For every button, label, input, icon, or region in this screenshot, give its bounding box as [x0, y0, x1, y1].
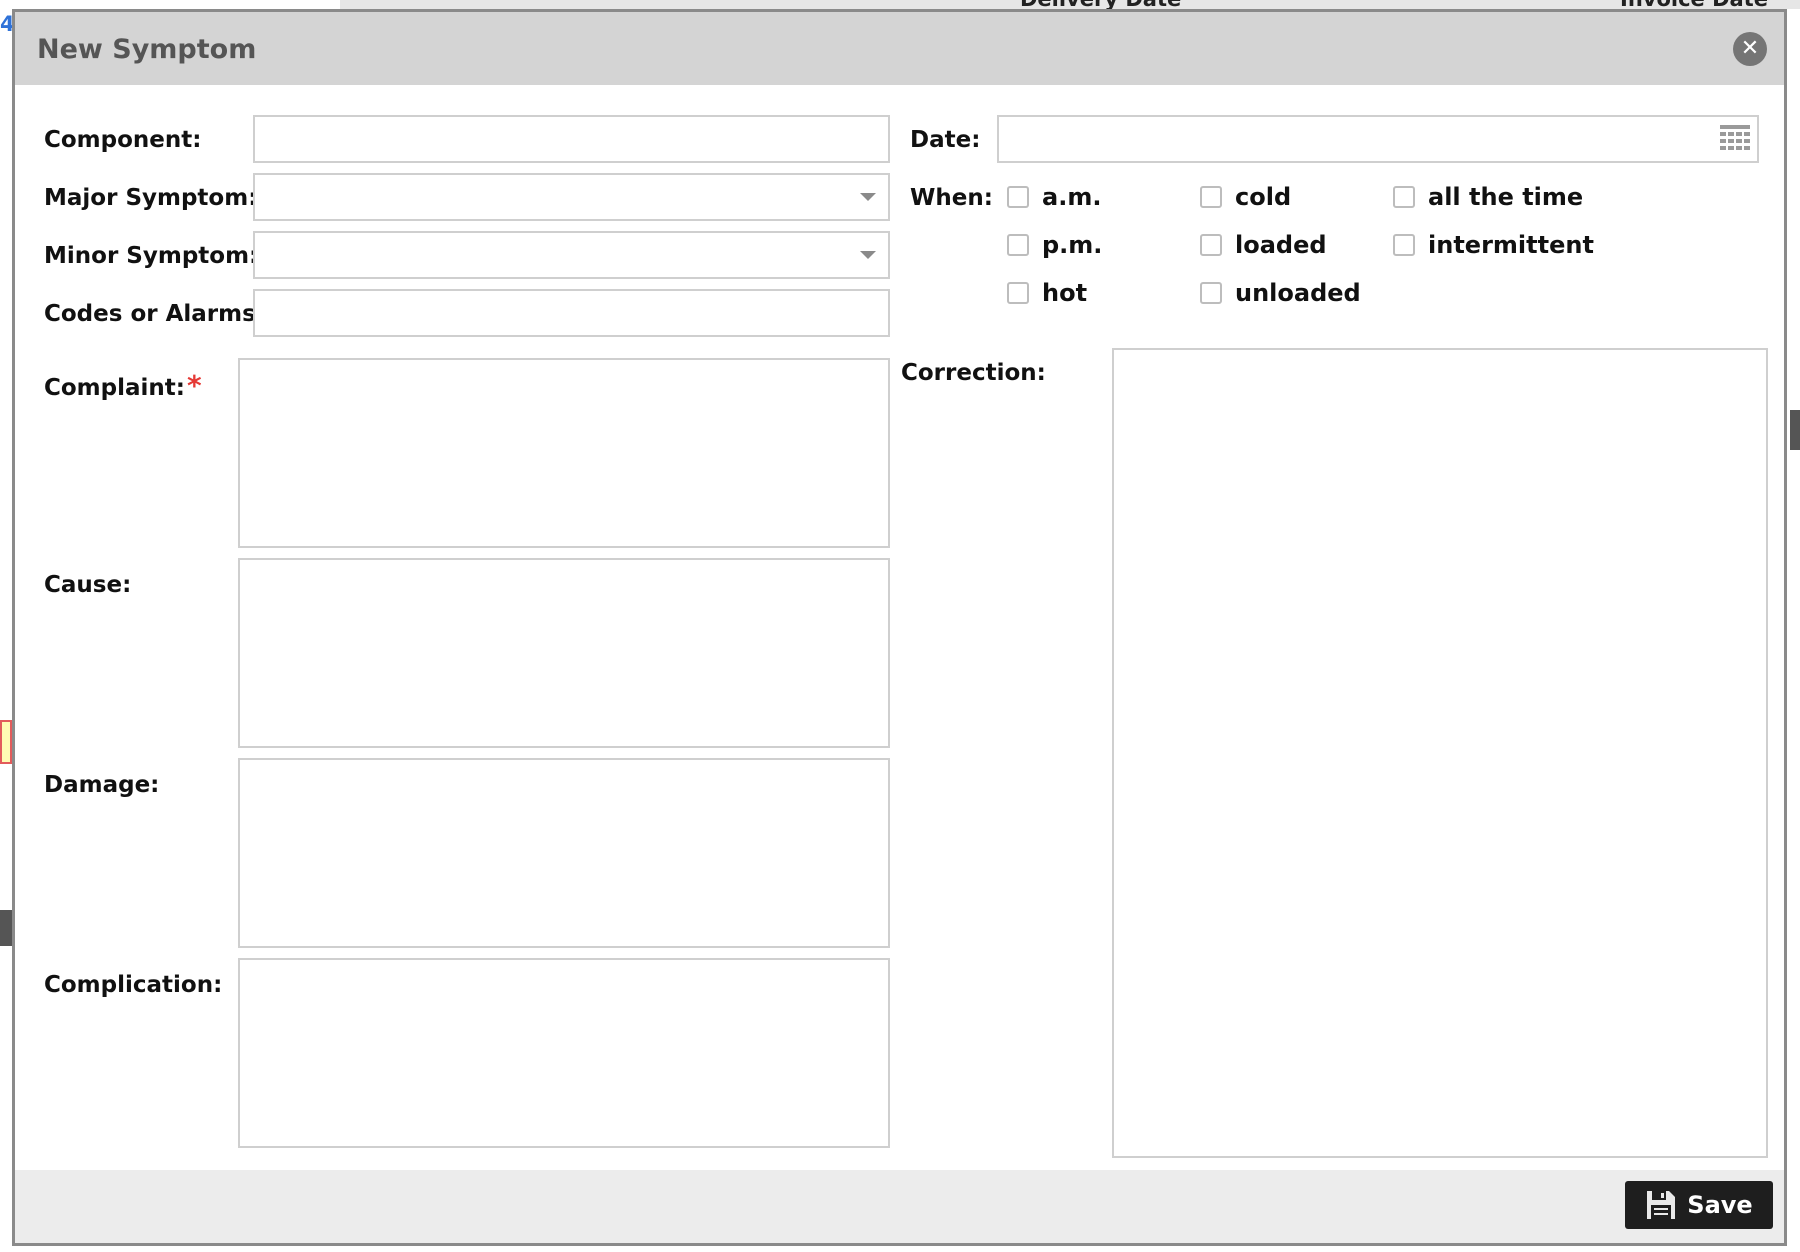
background-dark-block: [1790, 410, 1800, 450]
checkbox-cold[interactable]: cold: [1200, 183, 1291, 211]
damage-label: Damage:: [44, 772, 160, 798]
checkbox-box[interactable]: [1393, 234, 1415, 256]
checkbox-label: intermittent: [1428, 231, 1594, 259]
checkbox-box[interactable]: [1200, 186, 1222, 208]
save-button[interactable]: Save: [1625, 1181, 1773, 1229]
codes-or-alarms-input[interactable]: [255, 291, 888, 335]
checkbox-label: a.m.: [1042, 183, 1102, 211]
floppy-disk-icon: [1647, 1191, 1676, 1219]
calendar-icon[interactable]: [1719, 124, 1751, 154]
checkbox-pm[interactable]: p.m.: [1007, 231, 1102, 259]
checkbox-hot[interactable]: hot: [1007, 279, 1087, 307]
component-label: Component:: [44, 127, 202, 153]
minor-symptom-label: Minor Symptom:: [44, 243, 259, 269]
checkbox-label: unloaded: [1235, 279, 1361, 307]
complaint-textarea[interactable]: [238, 358, 890, 548]
checkbox-box[interactable]: [1007, 234, 1029, 256]
checkbox-all-the-time[interactable]: all the time: [1393, 183, 1583, 211]
checkbox-box[interactable]: [1200, 282, 1222, 304]
minor-symptom-select[interactable]: [253, 231, 890, 279]
correction-label: Correction:: [901, 360, 1046, 386]
complication-textarea[interactable]: [238, 958, 890, 1148]
background-dark-block-left: [0, 910, 12, 946]
checkbox-unloaded[interactable]: unloaded: [1200, 279, 1361, 307]
major-symptom-select[interactable]: [253, 173, 890, 221]
dialog-titlebar: New Symptom ✕: [15, 12, 1784, 85]
checkbox-intermittent[interactable]: intermittent: [1393, 231, 1594, 259]
date-input[interactable]: [999, 117, 1757, 161]
checkbox-box[interactable]: [1200, 234, 1222, 256]
background-highlight-cell: [0, 720, 12, 764]
dialog-title: New Symptom: [37, 34, 257, 65]
complaint-label-text: Complaint:: [44, 375, 185, 401]
date-field[interactable]: [997, 115, 1759, 163]
date-label: Date:: [910, 127, 981, 153]
damage-textarea[interactable]: [238, 758, 890, 948]
checkbox-label: p.m.: [1042, 231, 1103, 259]
complaint-label: Complaint:*: [44, 369, 202, 402]
chevron-down-icon[interactable]: [860, 251, 876, 259]
checkbox-label: cold: [1235, 183, 1292, 211]
component-input[interactable]: [255, 117, 888, 161]
codes-or-alarms-label: Codes or Alarms:: [44, 301, 265, 327]
checkbox-label: hot: [1042, 279, 1088, 307]
correction-textarea[interactable]: [1112, 348, 1768, 1158]
checkbox-box[interactable]: [1393, 186, 1415, 208]
when-label: When:: [910, 185, 993, 211]
save-button-label: Save: [1687, 1191, 1753, 1219]
close-icon[interactable]: ✕: [1733, 32, 1767, 66]
chevron-down-icon[interactable]: [860, 193, 876, 201]
complication-label: Complication:: [44, 972, 223, 998]
checkbox-loaded[interactable]: loaded: [1200, 231, 1327, 259]
checkbox-label: all the time: [1428, 183, 1584, 211]
new-symptom-dialog: New Symptom ✕ Component: Major Symptom: …: [12, 9, 1787, 1246]
checkbox-am[interactable]: a.m.: [1007, 183, 1101, 211]
required-marker: *: [186, 369, 202, 402]
cause-label: Cause:: [44, 572, 132, 598]
cause-textarea[interactable]: [238, 558, 890, 748]
dialog-footer: Save: [15, 1170, 1784, 1243]
major-symptom-label: Major Symptom:: [44, 185, 258, 211]
codes-or-alarms-field[interactable]: [253, 289, 890, 337]
checkbox-label: loaded: [1235, 231, 1327, 259]
component-field[interactable]: [253, 115, 890, 163]
checkbox-box[interactable]: [1007, 282, 1029, 304]
checkbox-box[interactable]: [1007, 186, 1029, 208]
